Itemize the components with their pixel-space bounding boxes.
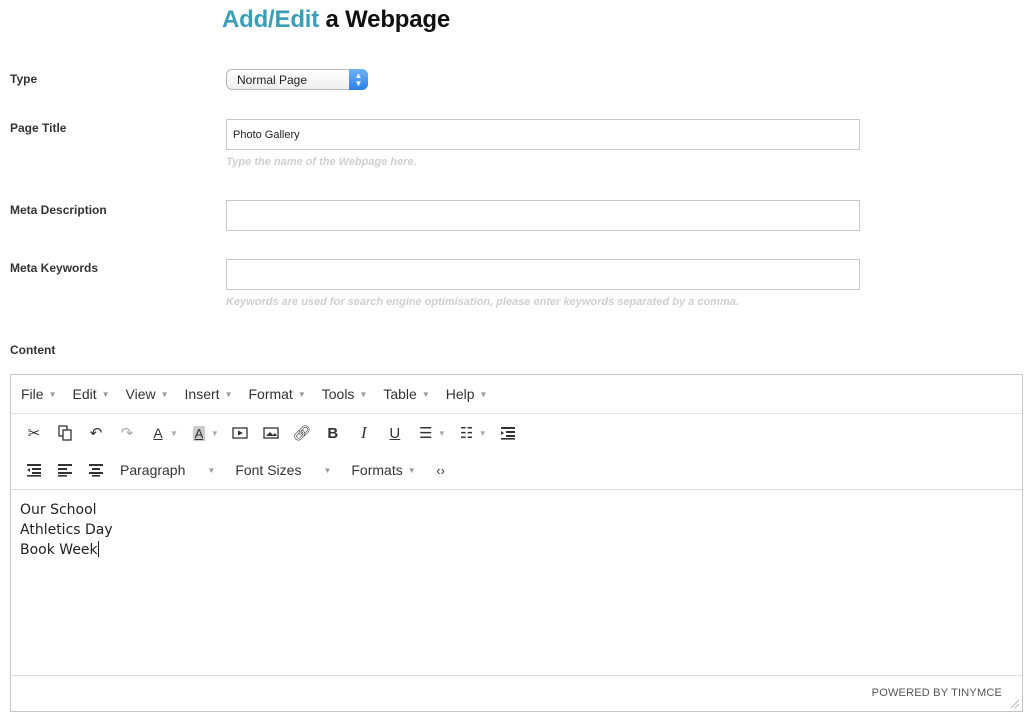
undo-icon[interactable]: ↶ xyxy=(83,420,109,446)
background-color-icon[interactable]: A xyxy=(186,420,212,446)
chevron-down-icon: ▼ xyxy=(359,389,368,399)
underline-icon[interactable]: U xyxy=(382,420,408,446)
meta-description-input[interactable] xyxy=(226,200,860,231)
source-code-icon[interactable]: ‹› xyxy=(428,457,454,483)
content-label: Content xyxy=(10,343,56,357)
editor-toolbar-row-2: Paragraph ▼ Font Sizes ▼ Formats ▼ ‹› xyxy=(11,452,1022,488)
align-left-icon[interactable] xyxy=(52,457,78,483)
chevron-down-icon: ▼ xyxy=(479,389,488,399)
chevron-down-icon[interactable]: ▼ xyxy=(170,429,178,438)
menu-insert[interactable]: Insert ▼ xyxy=(185,386,233,402)
chevron-down-icon[interactable]: ▼ xyxy=(479,429,487,438)
type-label: Type xyxy=(10,72,38,86)
editor-content-area[interactable]: Our School Athletics Day Book Week xyxy=(11,490,1022,676)
content-line: Athletics Day xyxy=(20,522,113,538)
meta-description-label: Meta Description xyxy=(10,203,107,217)
page-title-hint: Type the name of the Webpage here. xyxy=(226,156,417,168)
chevron-down-icon: ▼ xyxy=(407,465,416,475)
italic-icon[interactable]: I xyxy=(351,420,377,446)
page-title-label: Page Title xyxy=(10,121,67,135)
chevron-down-icon: ▼ xyxy=(101,389,110,399)
numbered-list-icon[interactable]: ☷ xyxy=(454,420,480,446)
outdent-icon[interactable] xyxy=(495,420,521,446)
chevron-down-icon: ▼ xyxy=(160,389,169,399)
formats-dropdown[interactable]: Formats ▼ xyxy=(351,462,415,478)
text-cursor xyxy=(97,541,99,557)
text-color-icon[interactable]: A xyxy=(145,420,171,446)
menu-view[interactable]: View ▼ xyxy=(126,386,169,402)
page-title-input[interactable] xyxy=(226,119,860,150)
meta-keywords-input[interactable] xyxy=(226,259,860,290)
chevron-down-icon: ▼ xyxy=(323,465,332,475)
resize-handle-icon[interactable] xyxy=(1011,700,1019,708)
content-line-text: Book Week xyxy=(20,542,98,558)
type-select[interactable]: Normal Page ▲ ▼ xyxy=(226,69,368,90)
insert-link-icon[interactable]: 🔗︎ xyxy=(289,420,315,446)
content-line: Our School xyxy=(20,502,97,518)
editor-menubar: File ▼ Edit ▼ View ▼ Insert ▼ Format ▼ Tools ▼… xyxy=(11,375,1022,414)
content-line-last: Book Week xyxy=(20,540,1013,560)
select-arrows-icon: ▲ ▼ xyxy=(349,69,368,90)
insert-media-icon[interactable] xyxy=(227,420,253,446)
meta-keywords-hint: Keywords are used for search engine opti… xyxy=(226,296,739,308)
redo-icon[interactable]: ↷ xyxy=(114,420,140,446)
chevron-down-icon: ▼ xyxy=(224,389,233,399)
page-title-rest: a Webpage xyxy=(325,6,451,33)
chevron-down-icon[interactable]: ▼ xyxy=(438,429,446,438)
insert-image-icon[interactable] xyxy=(258,420,284,446)
powered-by-label: POWERED BY TINYMCE xyxy=(871,687,1002,699)
page-title: Add/Edit a Webpage xyxy=(222,6,450,34)
menu-file[interactable]: File ▼ xyxy=(21,386,56,402)
rich-text-editor: File ▼ Edit ▼ View ▼ Insert ▼ Format ▼ Tools ▼… xyxy=(10,374,1023,712)
copy-icon[interactable] xyxy=(52,420,78,446)
menu-edit[interactable]: Edit ▼ xyxy=(72,386,109,402)
paragraph-dropdown[interactable]: Paragraph ▼ xyxy=(120,462,215,478)
cut-icon[interactable]: ✂ xyxy=(21,420,47,446)
chevron-down-icon: ▼ xyxy=(207,465,216,475)
font-sizes-dropdown[interactable]: Font Sizes ▼ xyxy=(235,462,331,478)
indent-icon[interactable] xyxy=(21,457,47,483)
chevron-down-icon: ▼ xyxy=(48,389,57,399)
menu-table[interactable]: Table ▼ xyxy=(383,386,429,402)
editor-statusbar: POWERED BY TINYMCE xyxy=(11,675,1022,711)
align-center-icon[interactable] xyxy=(83,457,109,483)
meta-keywords-label: Meta Keywords xyxy=(10,261,99,275)
chevron-down-icon: ▼ xyxy=(297,389,306,399)
menu-format[interactable]: Format ▼ xyxy=(248,386,305,402)
menu-tools[interactable]: Tools ▼ xyxy=(322,386,368,402)
menu-help[interactable]: Help ▼ xyxy=(446,386,488,402)
chevron-down-icon[interactable]: ▼ xyxy=(211,429,219,438)
bullet-list-icon[interactable]: ☰ xyxy=(413,420,439,446)
type-select-value: Normal Page xyxy=(237,73,308,87)
page-title-accent: Add/Edit xyxy=(222,6,320,33)
bold-icon[interactable]: B xyxy=(320,420,346,446)
editor-toolbar-row-1: ✂ ↶ ↷ A ▼ A ▼ 🔗︎ B I U ☰ ▼ ☷ ▼ xyxy=(11,415,1022,451)
chevron-down-icon: ▼ xyxy=(421,389,430,399)
